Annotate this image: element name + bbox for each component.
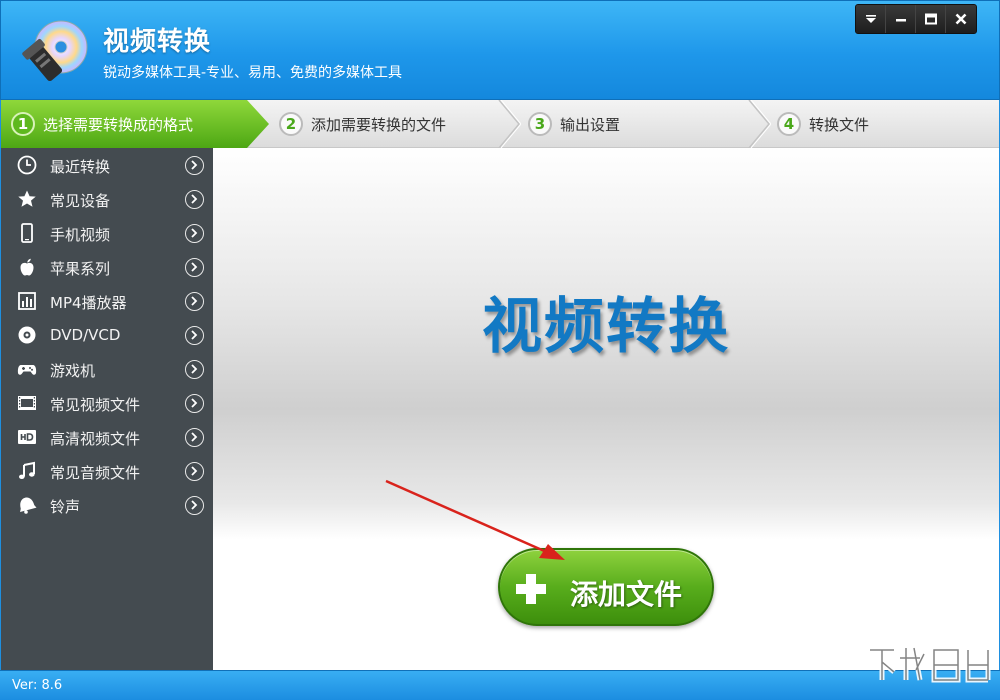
chevron-right-icon — [185, 292, 204, 311]
star-icon — [18, 190, 36, 207]
step-label: 添加需要转换的文件 — [311, 115, 447, 134]
sidebar-item-label: 铃声 — [50, 498, 81, 516]
format-sidebar: 最近转换 常见设备 手机视频 苹果系列 MP4播放器 DVD/VCD 游戏机 常… — [1, 148, 213, 670]
app-title: 视频转换 — [103, 27, 212, 57]
version-label: Ver: 8.6 — [12, 678, 63, 693]
title-bar: 视频转换 锐动多媒体工具-专业、易用、免费的多媒体工具 — [0, 0, 1000, 100]
chevron-right-icon — [185, 156, 204, 175]
close-button[interactable] — [946, 5, 976, 33]
sidebar-item-apple[interactable]: 苹果系列 — [1, 250, 213, 284]
maximize-button[interactable] — [916, 5, 946, 33]
watermark-logo-icon — [870, 647, 991, 683]
sidebar-item-label: MP4播放器 — [50, 294, 127, 312]
step-label: 输出设置 — [560, 115, 621, 134]
sidebar-item-label: 游戏机 — [50, 362, 96, 380]
chevron-right-icon — [185, 326, 204, 345]
step-separator — [748, 100, 771, 148]
plus-icon — [516, 574, 546, 604]
sidebar-item-ringtone[interactable]: 铃声 — [1, 488, 213, 522]
step-number: 2 — [279, 112, 303, 136]
step-1[interactable]: 1 选择需要转换成的格式 — [1, 100, 247, 148]
gamepad-icon — [17, 365, 37, 375]
app-subtitle: 锐动多媒体工具-专业、易用、免费的多媒体工具 — [103, 65, 403, 81]
step-label: 转换文件 — [809, 115, 870, 134]
add-file-label: 添加文件 — [570, 578, 683, 611]
clock-icon — [17, 155, 37, 175]
sidebar-item-common-audio-files[interactable]: 常见音频文件 — [1, 454, 213, 488]
step-number: 3 — [528, 112, 552, 136]
close-icon — [955, 13, 967, 25]
sidebar-item-common-video-files[interactable]: 常见视频文件 — [1, 386, 213, 420]
minimize-icon — [895, 19, 906, 22]
bell-icon — [20, 497, 37, 514]
chevron-right-icon — [185, 258, 204, 277]
step-2[interactable]: 2 添加需要转换的文件 — [279, 100, 499, 148]
film-icon — [18, 396, 36, 410]
chevron-right-icon — [185, 496, 204, 515]
sidebar-item-label: 常见音频文件 — [50, 464, 141, 482]
status-bar: Ver: 8.6 — [0, 670, 1000, 700]
chevron-right-icon — [185, 360, 204, 379]
step-separator — [498, 100, 521, 148]
step-number: 1 — [11, 112, 35, 136]
sidebar-item-label: 最近转换 — [50, 158, 111, 176]
app-logo-icon — [22, 20, 88, 82]
sidebar-item-recent[interactable]: 最近转换 — [1, 148, 213, 182]
sidebar-item-label: DVD/VCD — [50, 326, 121, 344]
window-controls — [855, 4, 977, 34]
music-note-icon — [19, 461, 35, 479]
phone-icon — [21, 223, 33, 243]
chevron-right-icon — [185, 190, 204, 209]
step-number: 4 — [777, 112, 801, 136]
hd-icon — [18, 430, 36, 444]
step-label: 选择需要转换成的格式 — [43, 115, 194, 134]
step-3[interactable]: 3 输出设置 — [528, 100, 748, 148]
chevron-right-icon — [185, 462, 204, 481]
chevron-right-icon — [185, 224, 204, 243]
step-4[interactable]: 4 转换文件 — [777, 100, 977, 148]
sidebar-item-label: 常见设备 — [50, 192, 111, 210]
sidebar-item-mobile-video[interactable]: 手机视频 — [1, 216, 213, 250]
minimize-button[interactable] — [886, 5, 916, 33]
sidebar-item-game-console[interactable]: 游戏机 — [1, 352, 213, 386]
chevron-right-icon — [185, 428, 204, 447]
sidebar-item-label: 苹果系列 — [50, 260, 111, 278]
disc-icon — [18, 326, 36, 344]
sidebar-item-hd-video-files[interactable]: 高清视频文件 — [1, 420, 213, 454]
sidebar-item-dvd-vcd[interactable]: DVD/VCD — [1, 318, 213, 352]
dropdown-icon — [865, 15, 876, 23]
sidebar-item-common-devices[interactable]: 常见设备 — [1, 182, 213, 216]
maximize-icon — [924, 13, 937, 25]
chevron-right-icon — [185, 394, 204, 413]
steps-bar: 1 选择需要转换成的格式 2 添加需要转换的文件 3 输出设置 4 转换文件 — [1, 100, 999, 148]
apple-icon — [20, 258, 34, 276]
hero-title: 视频转换 — [482, 292, 730, 362]
main-content: 视频转换 添加文件 — [213, 148, 999, 670]
mp4-player-icon — [18, 292, 36, 310]
add-file-button[interactable]: 添加文件 — [498, 548, 714, 626]
sidebar-item-label: 常见视频文件 — [50, 396, 141, 414]
sidebar-item-mp4-player[interactable]: MP4播放器 — [1, 284, 213, 318]
step-separator — [247, 100, 269, 148]
sidebar-item-label: 手机视频 — [50, 226, 111, 244]
sidebar-item-label: 高清视频文件 — [50, 430, 141, 448]
menu-dropdown-button[interactable] — [856, 5, 886, 33]
